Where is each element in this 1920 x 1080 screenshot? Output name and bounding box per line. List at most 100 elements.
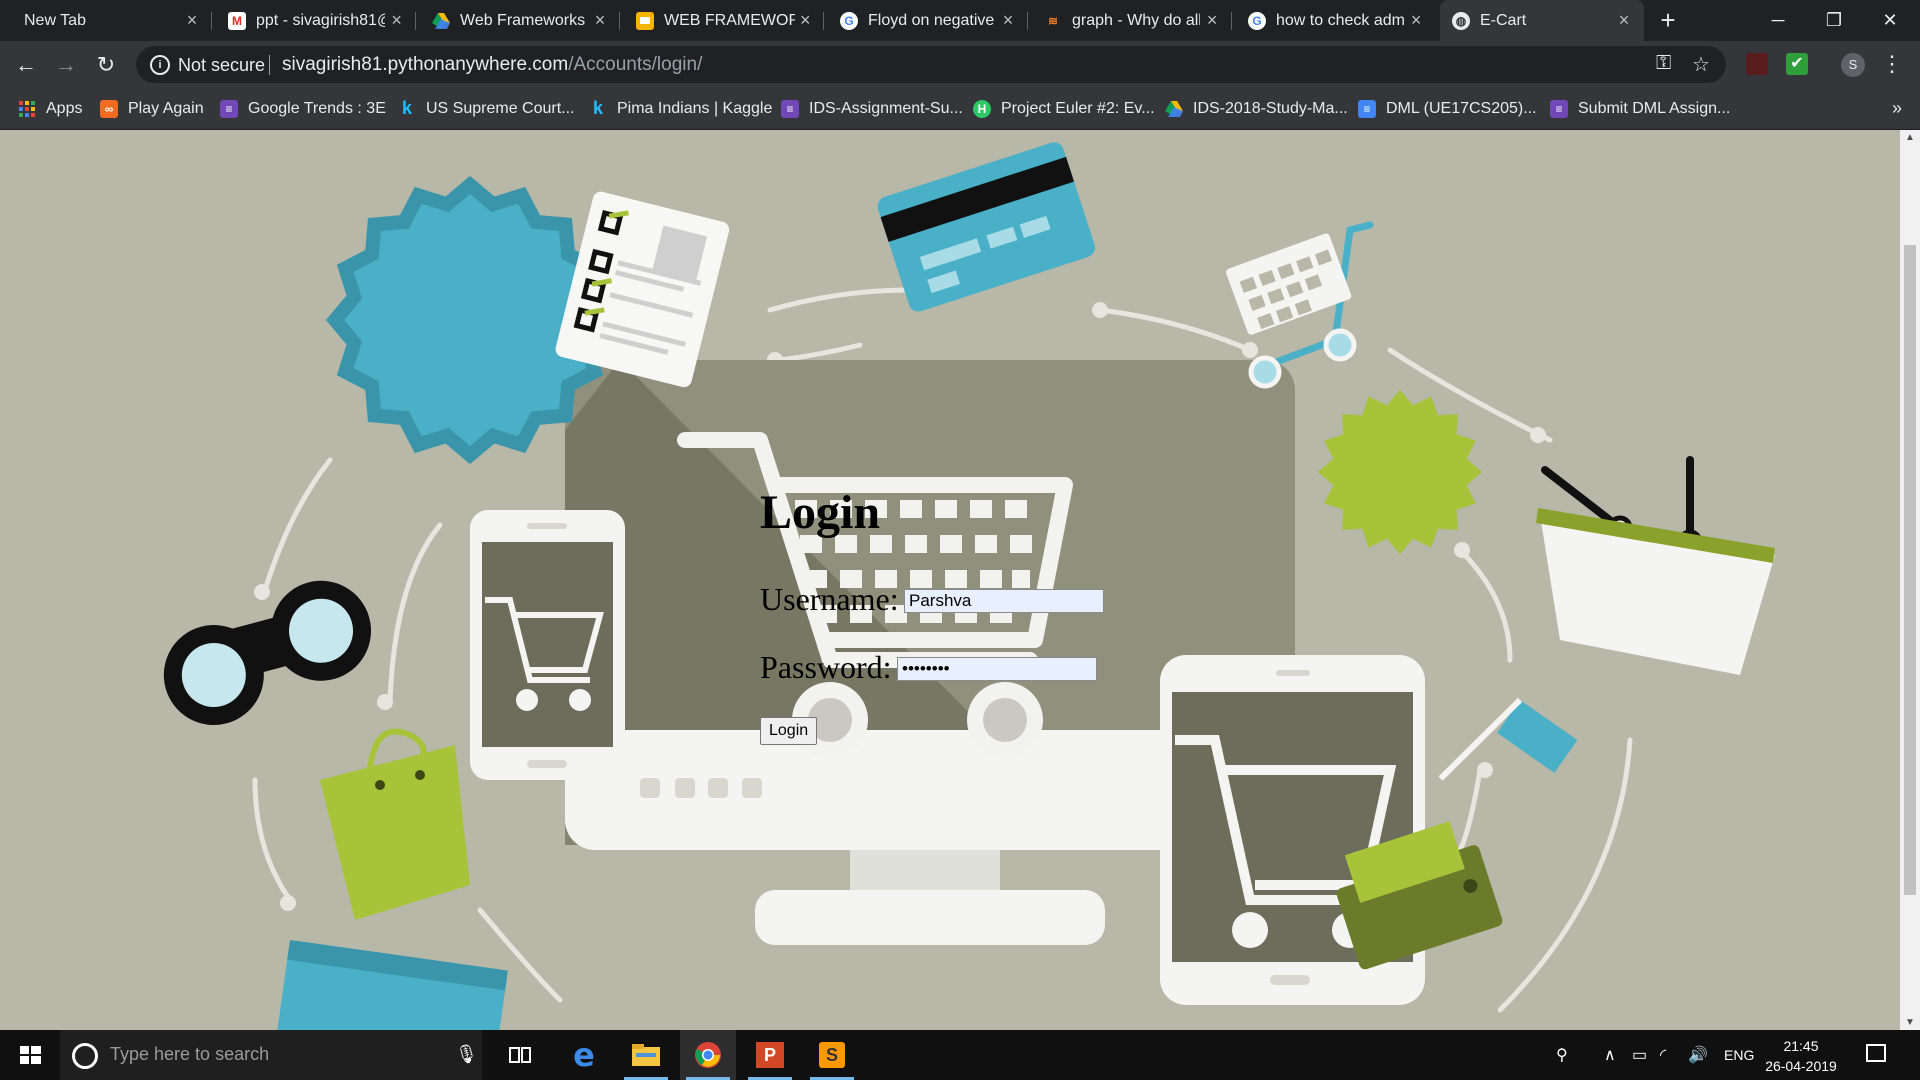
close-icon[interactable]: ×	[795, 10, 816, 31]
bookmark-apps[interactable]: Apps	[18, 88, 82, 129]
pdf-extension-icon[interactable]	[1746, 53, 1768, 75]
tab-title: WEB FRAMEWORK	[664, 11, 795, 29]
restore-button[interactable]: ❐	[1806, 0, 1862, 41]
url-text[interactable]: sivagirish81.pythonanywhere.com/Accounts…	[282, 54, 702, 76]
people-icon[interactable]: ⚲	[1556, 1045, 1568, 1065]
windows-taskbar: Type here to search 🎙 e P S ⚲ ∧ ▭ ◜ 🔊 EN…	[0, 1030, 1920, 1080]
kaggle-icon: k	[592, 98, 603, 118]
show-hidden-icons-chevron-icon[interactable]: ∧	[1604, 1045, 1616, 1065]
language-indicator[interactable]: ENG	[1724, 1047, 1754, 1063]
bookmark-project-euler[interactable]: H Project Euler #2: Ev...	[973, 88, 1155, 129]
tab-e-cart[interactable]: ◍ E-Cart ×	[1440, 0, 1644, 41]
url-path: /Accounts/login/	[568, 54, 703, 75]
bookmark-submit-dml[interactable]: ≡ Submit DML Assign...	[1550, 88, 1730, 129]
close-icon[interactable]: ×	[1404, 10, 1428, 31]
forms-icon: ≡	[220, 99, 238, 118]
menu-icon[interactable]: ⋮	[1880, 49, 1904, 79]
task-view-icon[interactable]	[492, 1030, 548, 1080]
reload-button[interactable]: ↻	[90, 49, 122, 81]
username-label: Username:	[760, 581, 899, 617]
checkmark-extension-icon[interactable]: ✔	[1786, 53, 1808, 75]
back-button[interactable]: ←	[10, 49, 42, 81]
bookmark-label: Project Euler #2: Ev...	[1001, 99, 1155, 117]
bookmark-us-supreme-court[interactable]: k US Supreme Court...	[398, 88, 575, 129]
minimize-button[interactable]: ─	[1750, 0, 1806, 41]
search-input[interactable]: Type here to search	[110, 1044, 269, 1065]
sublime-text-icon[interactable]: S	[804, 1030, 860, 1080]
password-label: Password:	[760, 649, 892, 685]
password-field[interactable]	[897, 657, 1097, 681]
volume-icon[interactable]: 🔊	[1688, 1045, 1708, 1065]
security-label: Not secure	[178, 55, 266, 75]
bookmark-label: Google Trends : 3E	[248, 99, 386, 117]
bookmark-label: US Supreme Court...	[426, 99, 575, 117]
system-clock[interactable]: 21:45 26-04-2019	[1756, 1036, 1846, 1076]
tab-title: how to check adm	[1276, 11, 1405, 29]
bookmark-play-again[interactable]: ∞ Play Again	[100, 88, 204, 129]
clock-time: 21:45	[1783, 1038, 1819, 1054]
address-bar[interactable]: i Not secure sivagirish81.pythonanywhere…	[136, 46, 1726, 83]
bookmark-ids-study[interactable]: IDS-2018-Study-Ma...	[1165, 88, 1348, 129]
more-bookmarks-icon[interactable]: »	[1892, 98, 1902, 119]
slides-icon	[636, 11, 654, 30]
notification-center-icon[interactable]	[1866, 1044, 1886, 1062]
tab-check-admin[interactable]: G how to check adm ×	[1236, 0, 1436, 41]
scrollbar-thumb[interactable]	[1904, 245, 1916, 895]
close-icon[interactable]: ×	[1612, 10, 1636, 31]
play-again-icon: ∞	[100, 99, 118, 118]
close-window-button[interactable]: ✕	[1862, 0, 1918, 41]
drive-icon	[1165, 100, 1183, 118]
scroll-up-arrow-icon[interactable]: ▲	[1900, 132, 1920, 143]
tab-title: graph - Why do all	[1072, 11, 1201, 29]
bookmark-label: DML (UE17CS205)...	[1386, 99, 1537, 117]
close-icon[interactable]: ×	[385, 10, 408, 31]
bookmark-label: Apps	[46, 99, 83, 117]
powerpoint-icon[interactable]: P	[742, 1030, 798, 1080]
battery-icon[interactable]: ▭	[1632, 1045, 1647, 1065]
tab-web-frameworks[interactable]: Web Frameworks ×	[420, 0, 620, 41]
scroll-down-arrow-icon[interactable]: ▼	[1900, 1017, 1920, 1028]
chrome-icon[interactable]	[680, 1030, 736, 1080]
key-icon[interactable]: ⚿	[1656, 52, 1671, 75]
tab-floyd[interactable]: G Floyd on negative ×	[828, 0, 1028, 41]
bookmark-label: IDS-2018-Study-Ma...	[1193, 99, 1348, 117]
bookmark-pima-kaggle[interactable]: k Pima Indians | Kaggle	[589, 88, 772, 129]
username-field[interactable]	[904, 589, 1104, 613]
bookmark-ids-assignment[interactable]: ≡ IDS-Assignment-Su...	[781, 88, 963, 129]
start-button[interactable]	[0, 1030, 60, 1080]
close-icon[interactable]: ×	[588, 10, 612, 31]
taskbar-search[interactable]: Type here to search 🎙	[60, 1030, 482, 1080]
bookmark-google-trends[interactable]: ≡ Google Trends : 3E	[220, 88, 386, 129]
forms-icon: ≡	[781, 99, 799, 118]
microphone-icon[interactable]: 🎙	[455, 1044, 478, 1065]
login-button[interactable]: Login	[760, 717, 818, 745]
info-icon[interactable]: i	[150, 55, 170, 75]
tab-web-framework-slides[interactable]: WEB FRAMEWORK ×	[624, 0, 824, 41]
close-icon[interactable]: ×	[180, 10, 204, 31]
google-icon: G	[840, 11, 858, 30]
tab-title: Floyd on negative	[868, 11, 995, 29]
tab-strip: New Tab × M ppt - sivagirish81@ × Web Fr…	[0, 0, 1920, 41]
bookmark-dml[interactable]: ≡ DML (UE17CS205)...	[1358, 88, 1537, 129]
forward-button[interactable]: →	[50, 49, 82, 81]
file-explorer-icon[interactable]	[618, 1030, 674, 1080]
browser-toolbar: ← → ↻ i Not secure sivagirish81.pythonan…	[0, 41, 1920, 88]
clock-date: 26-04-2019	[1765, 1058, 1837, 1074]
wifi-icon[interactable]: ◜	[1660, 1045, 1666, 1065]
vertical-scrollbar[interactable]: ▲ ▼	[1900, 130, 1920, 1030]
drive-icon	[432, 12, 450, 30]
stackoverflow-icon: ≋	[1047, 13, 1059, 28]
tab-gmail[interactable]: M ppt - sivagirish81@ ×	[216, 0, 416, 41]
tab-new-tab[interactable]: New Tab ×	[12, 0, 212, 41]
new-tab-button[interactable]: +	[1652, 4, 1684, 36]
tab-title: Web Frameworks	[460, 11, 586, 29]
close-icon[interactable]: ×	[1200, 10, 1224, 31]
windows-logo-icon	[20, 1046, 41, 1064]
avatar[interactable]: S	[1841, 53, 1865, 77]
tab-graph-stackoverflow[interactable]: ≋ graph - Why do all ×	[1032, 0, 1232, 41]
gmail-icon: M	[228, 11, 246, 30]
star-icon[interactable]: ☆	[1692, 52, 1710, 77]
close-icon[interactable]: ×	[996, 10, 1020, 31]
tab-title: ppt - sivagirish81@	[256, 11, 386, 29]
edge-icon[interactable]: e	[556, 1030, 612, 1080]
